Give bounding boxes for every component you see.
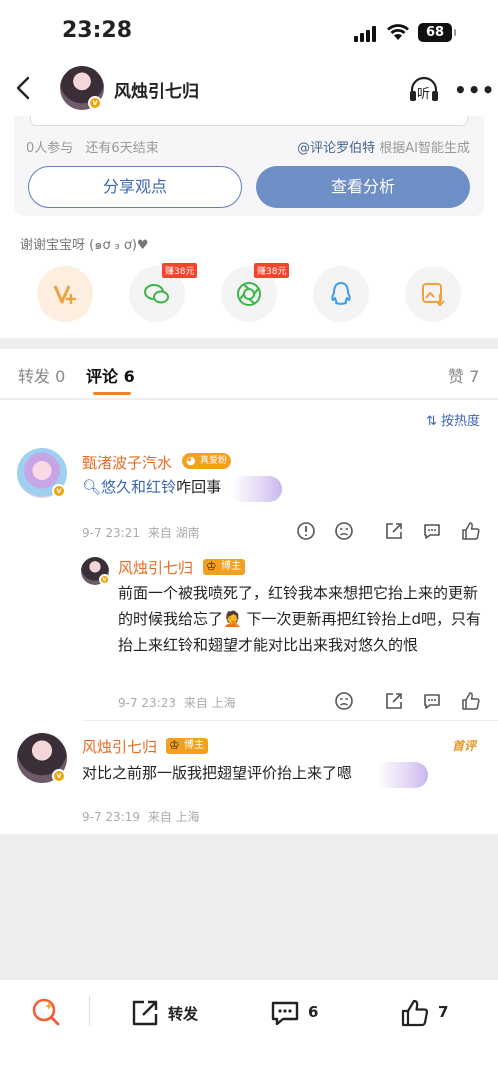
status-time: 23:28 [62, 18, 133, 43]
share-icon[interactable] [384, 691, 404, 711]
share-targets-row: 赚38元 赚38元 [0, 263, 498, 326]
sort-label: 按热度 [440, 414, 480, 429]
thanks-caption: 谢谢宝宝呀 (๑ơ ₃ ơ)♥ [20, 238, 149, 253]
qq-icon [331, 282, 351, 305]
bottom-divider [89, 996, 90, 1026]
poll-credit: @评论罗伯特 根据AI智能生成 [297, 137, 470, 156]
search-link[interactable]: 🔍︎悠久和红铃 [82, 478, 176, 496]
tab-likes[interactable]: 赞 7 [448, 363, 479, 387]
dislike-face-icon[interactable] [334, 691, 354, 711]
commenter-name[interactable]: 风烛引七归 [82, 736, 157, 757]
sort-button[interactable]: ⇅ 按热度 [426, 410, 480, 429]
share-moments-button[interactable]: 赚38元 [221, 263, 290, 322]
poll-card: 0人参与 还有6天结束 @评论罗伯特 根据AI智能生成 分享观点 查看分析 [14, 116, 484, 216]
credit-link[interactable]: @评论罗伯特 [297, 141, 375, 156]
comment-text: 🔍︎悠久和红铃咋回事 [82, 478, 222, 496]
cellular-signal-icon [354, 26, 378, 42]
poll-option-field[interactable] [30, 116, 468, 126]
repost-label: 转发 [168, 1005, 199, 1023]
tab-comments[interactable]: 评论 6 [86, 363, 135, 387]
share-opinion-button[interactable]: 分享观点 [28, 166, 242, 208]
top-navigation: v 风烛引七归 听 ••• [0, 60, 498, 116]
like-icon[interactable] [461, 691, 481, 711]
verified-badge-icon: v [52, 769, 66, 783]
sort-icon: ⇅ [426, 414, 437, 429]
verified-badge-icon: v [99, 574, 110, 585]
save-image-icon [422, 283, 445, 307]
wifi-icon [387, 24, 409, 40]
comment-meta: 9-7 23:21 来自 湖南 [82, 526, 200, 540]
bottom-action-bar: 转发 6 7 [0, 980, 498, 1080]
comment-meta: 9-7 23:19 来自 上海 [82, 810, 200, 824]
save-image-button[interactable] [405, 266, 461, 322]
ai-search-icon[interactable] [30, 996, 62, 1028]
fan-badge: 真爱粉 [182, 453, 232, 469]
comment-text: 对比之前那一版我把翅望评价抬上来了嗯 [82, 764, 353, 782]
like-icon[interactable] [461, 521, 481, 541]
back-arrow-icon[interactable] [10, 72, 40, 104]
earn-badge: 赚38元 [162, 263, 198, 278]
reply-meta: 9-7 23:23 来自 上海 [118, 696, 236, 710]
comment-sticker [230, 476, 282, 502]
credit-suffix: 根据AI智能生成 [379, 141, 470, 156]
like-count: 7 [438, 1003, 449, 1021]
tab-repost[interactable]: 转发 0 [18, 363, 65, 387]
author-name[interactable]: 风烛引七归 [114, 77, 199, 102]
verified-badge-icon: v [52, 484, 66, 498]
reply-icon[interactable] [422, 521, 442, 541]
listen-label: 听 [417, 87, 431, 102]
listen-button[interactable]: 听 [408, 74, 440, 104]
earn-badge: 赚38元 [254, 263, 290, 278]
like-button[interactable]: 7 [400, 998, 460, 1028]
battery-indicator: 68 [418, 23, 456, 42]
comment-button[interactable]: 6 [270, 998, 330, 1028]
comment-icon [271, 1001, 299, 1026]
author-badge: 博主 [166, 737, 208, 754]
post-tabs: 转发 0 评论 6 赞 7 [0, 349, 498, 399]
poll-meta: 0人参与 还有6天结束 [26, 137, 159, 156]
share-qq-button[interactable] [313, 266, 369, 322]
verified-badge-icon: v [88, 96, 102, 110]
comment-list: ⇅按热度 v 甄渚波子汽水 真爱粉 🔍︎悠久和红铃咋回事 9-7 23:21 来… [0, 400, 498, 834]
first-comment-tag: 首评 [452, 739, 477, 753]
reply-icon[interactable] [422, 691, 442, 711]
post-footer-section: 0人参与 还有6天结束 @评论罗伯特 根据AI智能生成 分享观点 查看分析 谢谢… [0, 116, 498, 338]
poll-participants: 0人参与 [26, 141, 74, 156]
comment-count: 6 [308, 1003, 319, 1021]
active-tab-indicator [93, 392, 131, 395]
status-bar: 23:28 68 [0, 0, 498, 60]
author-badge: 博主 [203, 558, 245, 575]
share-icon[interactable] [384, 521, 404, 541]
report-icon[interactable] [296, 521, 316, 541]
view-analysis-button[interactable]: 查看分析 [256, 166, 470, 208]
reply-author[interactable]: 风烛引七归 [118, 557, 193, 578]
more-options-icon[interactable]: ••• [454, 78, 495, 102]
thumbs-up-icon [401, 999, 428, 1027]
share-vplus-button[interactable] [37, 266, 93, 322]
poll-remaining: 还有6天结束 [85, 141, 159, 156]
repost-button[interactable]: 转发 [130, 998, 210, 1028]
vplus-icon [53, 285, 76, 304]
wechat-icon [144, 284, 169, 304]
thread-divider [82, 720, 498, 721]
repost-icon [132, 1000, 158, 1026]
comment-sticker [376, 762, 428, 788]
moments-icon [237, 282, 261, 306]
dislike-face-icon[interactable] [334, 521, 354, 541]
commenter-name[interactable]: 甄渚波子汽水 [82, 452, 172, 473]
reply-text: 前面一个被我喷死了，红铃我本来想把它抬上来的更新的时候我给忘了🤦 下一次更新再把… [118, 584, 481, 654]
search-icon: 🔍︎ [82, 478, 102, 496]
share-wechat-button[interactable]: 赚38元 [129, 263, 198, 322]
